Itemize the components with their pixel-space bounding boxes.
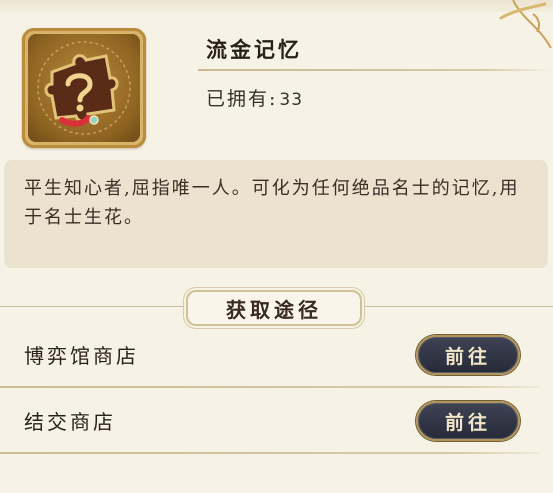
- top-border-strip: [0, 0, 553, 12]
- golden-puzzle-memory-icon: [37, 41, 131, 135]
- shop-row-boyiguan: 博弈馆商店 前往: [0, 322, 553, 388]
- description-box: 平生知心者,屈指唯一人。可化为任何绝品名士的记忆,用于名士生花。: [4, 160, 548, 268]
- owned-row: 已拥有: 33: [206, 84, 303, 111]
- shop-row-jiejiao: 结交商店 前往: [0, 388, 553, 454]
- shop-label: 博弈馆商店: [24, 344, 139, 368]
- item-name: 流金记忆: [206, 37, 302, 62]
- item-icon-background: [28, 34, 140, 142]
- item-description: 平生知心者,屈指唯一人。可化为任何绝品名士的记忆,用于名士生花。: [24, 178, 520, 228]
- source-section-title: 获取途径: [226, 297, 322, 322]
- gold-swirl-decoration-icon: [499, 0, 552, 49]
- row-divider: [0, 452, 540, 454]
- item-icon-frame[interactable]: [22, 28, 146, 148]
- go-button-label: 前往: [444, 411, 491, 434]
- go-button-label: 前往: [444, 345, 491, 368]
- shop-label: 结交商店: [24, 410, 116, 434]
- go-to-boyiguan-shop-button[interactable]: 前往: [416, 335, 520, 375]
- source-section-header: 获取途径: [186, 290, 362, 326]
- go-to-jiejiao-shop-button[interactable]: 前往: [416, 401, 520, 441]
- name-divider: [198, 69, 553, 71]
- item-detail-panel: 流金记忆 已拥有: 33 平生知心者,屈指唯一人。可化为任何绝品名士的记忆,用于名…: [0, 0, 553, 493]
- owned-count: 33: [279, 90, 304, 110]
- owned-label: 已拥有:: [206, 88, 278, 110]
